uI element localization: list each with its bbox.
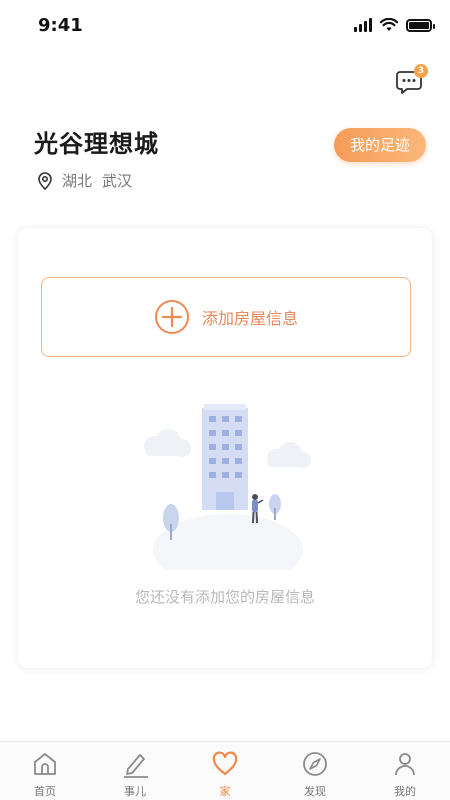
tab-family-label: 家 (219, 785, 231, 798)
tab-matters[interactable]: 事儿 (90, 742, 180, 800)
status-time: 9:41 (38, 15, 83, 36)
message-count-badge: 3 (414, 64, 428, 78)
pencil-icon (124, 754, 148, 778)
home-icon (34, 753, 56, 775)
add-house-label: 添加房屋信息 (201, 309, 298, 328)
empty-state-message: 您还没有添加您的房屋信息 (134, 588, 315, 606)
status-bar: 9:41 (0, 0, 450, 50)
tab-matters-label: 事儿 (124, 785, 146, 798)
tab-home[interactable]: 首页 (0, 742, 90, 800)
empty-house-illustration (144, 404, 311, 570)
tab-discover[interactable]: 发现 (270, 742, 360, 800)
add-house-button[interactable]: 添加房屋信息 (41, 277, 411, 357)
bottom-tab-bar: 首页 事儿 家 发现 我的 (0, 741, 450, 800)
person-icon (395, 753, 415, 776)
heart-icon (212, 751, 238, 776)
wifi-icon (380, 18, 398, 31)
house-card: 添加房屋信息 您还没有添加您的房屋信息 (18, 228, 432, 668)
status-icons (354, 18, 435, 32)
community-name: 光谷理想城 (34, 130, 159, 158)
tab-mine-label: 我的 (394, 785, 416, 798)
plus-circle-icon (154, 300, 189, 334)
messages-button[interactable]: 3 (396, 64, 430, 96)
cellular-signal-icon (354, 18, 372, 32)
city-label: 武汉 (102, 172, 133, 190)
compass-icon (303, 752, 327, 776)
location-pin-icon (38, 171, 52, 190)
my-footprint-button[interactable]: 我的足迹 (334, 128, 426, 162)
battery-icon (406, 18, 435, 32)
tab-discover-label: 发现 (304, 785, 326, 798)
tab-family[interactable]: 家 (180, 742, 270, 800)
tab-home-label: 首页 (34, 785, 56, 798)
tab-mine[interactable]: 我的 (360, 742, 450, 800)
location: 湖北 武汉 (38, 170, 132, 191)
province-label: 湖北 (62, 172, 93, 190)
